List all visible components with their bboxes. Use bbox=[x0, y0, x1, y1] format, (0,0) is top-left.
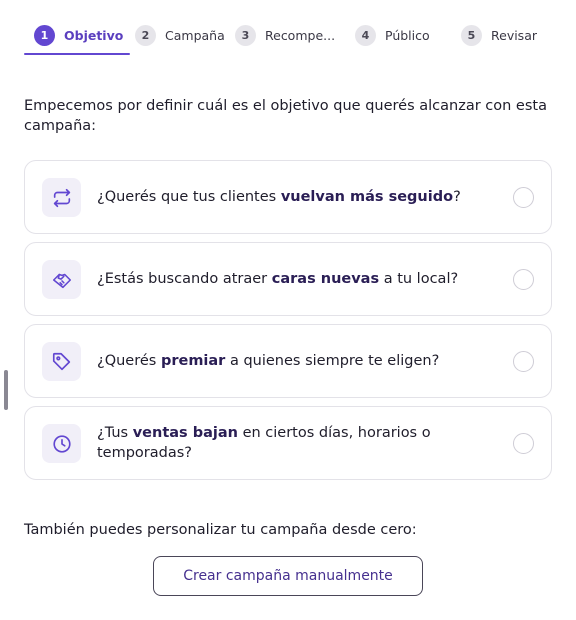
option-text: ¿Querés premiar a quienes siempre te eli… bbox=[97, 353, 440, 369]
step-objetivo[interactable]: 1 Objetivo bbox=[34, 24, 123, 46]
scrollbar-handle[interactable] bbox=[4, 370, 8, 410]
active-step-indicator bbox=[24, 53, 130, 55]
clock-icon bbox=[42, 424, 81, 463]
handshake-icon bbox=[42, 260, 81, 299]
step-campana[interactable]: 2 Campaña bbox=[135, 24, 225, 46]
option-radio[interactable] bbox=[513, 433, 534, 454]
step-number: 1 bbox=[34, 24, 55, 46]
option-return-more[interactable]: ¿Querés que tus clientes vuelvan más seg… bbox=[24, 160, 552, 234]
option-text: ¿Querés que tus clientes vuelvan más seg… bbox=[97, 189, 461, 205]
tag-icon bbox=[42, 342, 81, 381]
step-label: Revisar bbox=[491, 27, 537, 43]
create-campaign-manually-button[interactable]: Crear campaña manualmente bbox=[153, 556, 423, 596]
stepper: 1 Objetivo 2 Campaña 3 Recompe... 4 Públ… bbox=[24, 0, 552, 56]
step-number: 2 bbox=[135, 24, 156, 46]
step-publico[interactable]: 4 Público bbox=[355, 24, 430, 46]
step-revisar[interactable]: 5 Revisar bbox=[461, 24, 537, 46]
step-number: 5 bbox=[461, 24, 482, 46]
option-reward-loyal[interactable]: ¿Querés premiar a quienes siempre te eli… bbox=[24, 324, 552, 398]
option-low-sales[interactable]: ¿Tus ventas bajan en ciertos días, horar… bbox=[24, 406, 552, 480]
step-label: Recompe... bbox=[265, 27, 336, 43]
step-label: Público bbox=[385, 27, 430, 43]
option-radio[interactable] bbox=[513, 269, 534, 290]
step-number: 4 bbox=[355, 24, 376, 46]
option-new-faces[interactable]: ¿Estás buscando atraer caras nuevas a tu… bbox=[24, 242, 552, 316]
step-label: Objetivo bbox=[64, 27, 124, 43]
repeat-arrows-icon bbox=[42, 178, 81, 217]
intro-text: Empecemos por definir cuál es el objetiv… bbox=[24, 98, 547, 134]
option-text: ¿Tus ventas bajan en ciertos días, horar… bbox=[97, 425, 431, 461]
option-radio[interactable] bbox=[513, 187, 534, 208]
option-radio[interactable] bbox=[513, 351, 534, 372]
custom-campaign-text: También puedes personalizar tu campaña d… bbox=[24, 522, 417, 538]
option-text: ¿Estás buscando atraer caras nuevas a tu… bbox=[97, 271, 459, 287]
step-recompensa[interactable]: 3 Recompe... bbox=[235, 24, 335, 46]
step-label: Campaña bbox=[165, 27, 225, 43]
step-number: 3 bbox=[235, 24, 256, 46]
